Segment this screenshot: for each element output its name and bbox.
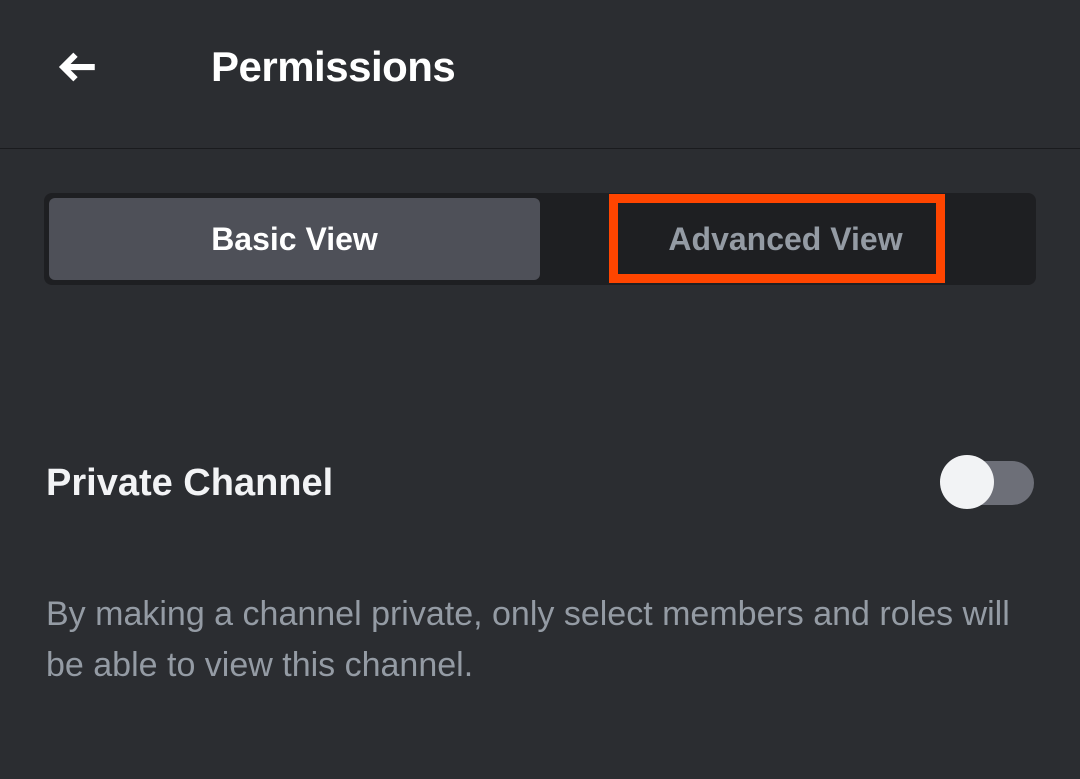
tab-label: Basic View [211, 221, 378, 258]
tab-advanced-view[interactable]: Advanced View [540, 198, 1031, 280]
toggle-thumb [940, 455, 994, 509]
header: Permissions [0, 0, 1080, 149]
tab-label: Advanced View [668, 221, 902, 258]
private-channel-label: Private Channel [46, 462, 333, 505]
back-button[interactable] [52, 40, 106, 94]
private-channel-toggle[interactable] [944, 461, 1034, 505]
page-title: Permissions [211, 43, 455, 91]
tab-basic-view[interactable]: Basic View [49, 198, 540, 280]
content: Basic View Advanced View Private Channel… [0, 149, 1080, 735]
private-channel-setting: Private Channel [44, 461, 1036, 505]
arrow-left-icon [58, 46, 100, 88]
view-tabs: Basic View Advanced View [44, 193, 1036, 285]
private-channel-description: By making a channel private, only select… [44, 589, 1014, 691]
